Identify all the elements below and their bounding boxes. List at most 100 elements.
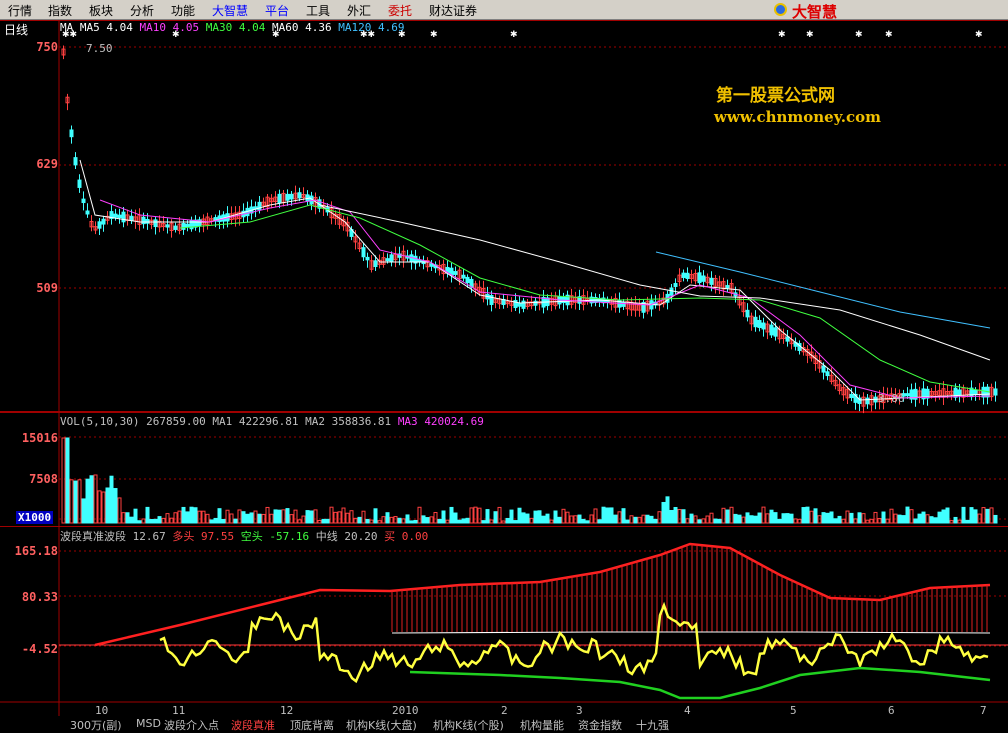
volume-bar (629, 515, 634, 524)
volume-bar (97, 490, 102, 524)
volume-bar (753, 515, 758, 524)
volume-bar (417, 506, 422, 524)
candle-body (685, 272, 690, 279)
volume-bar (781, 513, 786, 524)
info-mine-marker[interactable]: ✱ (778, 30, 786, 40)
volume-bar (485, 509, 490, 524)
volume-bar (381, 516, 386, 524)
volume-bar (497, 506, 502, 524)
volume-bar (133, 508, 138, 524)
info-mine-marker[interactable]: ✱ (855, 30, 863, 40)
volume-bar (773, 512, 778, 524)
candle-body (981, 386, 986, 398)
volume-bar (829, 511, 834, 524)
candle-body (145, 219, 150, 224)
volume-bar (737, 514, 742, 524)
volume-bar (685, 518, 690, 524)
volume-bar (253, 510, 258, 524)
volume-bar (245, 513, 250, 524)
volume-bar (905, 506, 910, 524)
volume-bar (61, 437, 66, 524)
watermark-url: www.chnmoney.com (714, 108, 881, 126)
info-mine-marker[interactable]: ✱✱ (360, 30, 375, 40)
candle-body (185, 223, 190, 228)
period-label[interactable]: 日线 (4, 21, 28, 38)
volume-bar (165, 513, 170, 524)
volume-bar (441, 510, 446, 524)
volume-bar (513, 520, 518, 524)
volume-bar (589, 514, 594, 524)
midline (391, 631, 991, 634)
volume-bar (429, 516, 434, 524)
volume-bar (605, 507, 610, 524)
volume-bar (593, 508, 598, 524)
info-mine-marker[interactable]: ✱ (885, 30, 893, 40)
volume-bar (845, 510, 850, 524)
volume-bar (197, 510, 202, 524)
volume-bar (277, 509, 282, 524)
info-mine-marker[interactable]: ✱ (272, 30, 280, 40)
volume-bar (981, 507, 986, 524)
volume-bar (505, 517, 510, 524)
info-mine-marker[interactable]: ✱ (398, 30, 406, 40)
volume-bar (333, 511, 338, 524)
volume-bar (581, 518, 586, 524)
ma60-legend: MA60 4.36 (272, 21, 332, 34)
volume-bar (925, 514, 930, 524)
ind-legend-buy: 买 0.00 (384, 530, 429, 543)
info-mine-marker[interactable]: ✱ (430, 30, 438, 40)
candle-body (73, 157, 78, 166)
volume-bar (797, 518, 802, 524)
volume-bar (509, 509, 514, 524)
bear-line (409, 666, 991, 700)
volume-bar (185, 511, 190, 524)
vol-legend-ma1: MA1 422296.81 (212, 415, 299, 428)
volume-bar (665, 496, 670, 524)
info-mine-marker[interactable]: ✱ (806, 30, 814, 40)
volume-bar (105, 487, 110, 524)
volume-bar (361, 510, 366, 524)
info-mine-marker[interactable]: ✱✱ (62, 30, 77, 40)
info-mine-marker[interactable]: ✱ (510, 30, 518, 40)
volume-bar (969, 507, 974, 524)
candle-body (373, 260, 378, 268)
vol-legend-ma3: MA3 420024.69 (397, 415, 484, 428)
volume-bar (881, 511, 886, 524)
candle-body (745, 309, 750, 318)
candle-body (973, 389, 978, 396)
tab-msd[interactable]: MSD (136, 717, 161, 730)
volume-bar (861, 513, 866, 524)
volume-bar (793, 518, 798, 524)
info-mine-marker[interactable]: ✱ (975, 30, 983, 40)
candle-body (297, 192, 302, 199)
info-mine-marker[interactable]: ✱ (172, 30, 180, 40)
ind-legend-bull: 多头 97.55 (172, 530, 235, 543)
volume-bar (525, 513, 530, 524)
volume-bar (225, 509, 230, 524)
volume-bar (501, 520, 506, 524)
volume-bar (941, 509, 946, 524)
volume-bar (809, 510, 814, 524)
volume-bar (221, 518, 226, 524)
volume-bar (157, 516, 162, 524)
volume-bar (985, 508, 990, 524)
candle-body (453, 271, 458, 275)
candle-body (761, 322, 766, 330)
candle-body (113, 213, 118, 218)
candle-body (85, 210, 90, 215)
volume-bar (85, 478, 90, 524)
volume-bar (457, 519, 462, 524)
volume-bar (69, 479, 74, 524)
volume-bar (709, 512, 714, 524)
candle-body (821, 365, 826, 373)
volume-bar (445, 519, 450, 524)
volume-bar (265, 506, 270, 524)
volume-bar (949, 520, 954, 524)
volume-bar (305, 510, 310, 524)
ma30-legend: MA30 4.04 (205, 21, 266, 34)
volume-bar (233, 518, 238, 524)
volume-bar (273, 509, 278, 524)
price-axis-label-low: 509 (36, 281, 58, 295)
volume-bar (481, 520, 486, 524)
volume-bar (189, 506, 194, 524)
